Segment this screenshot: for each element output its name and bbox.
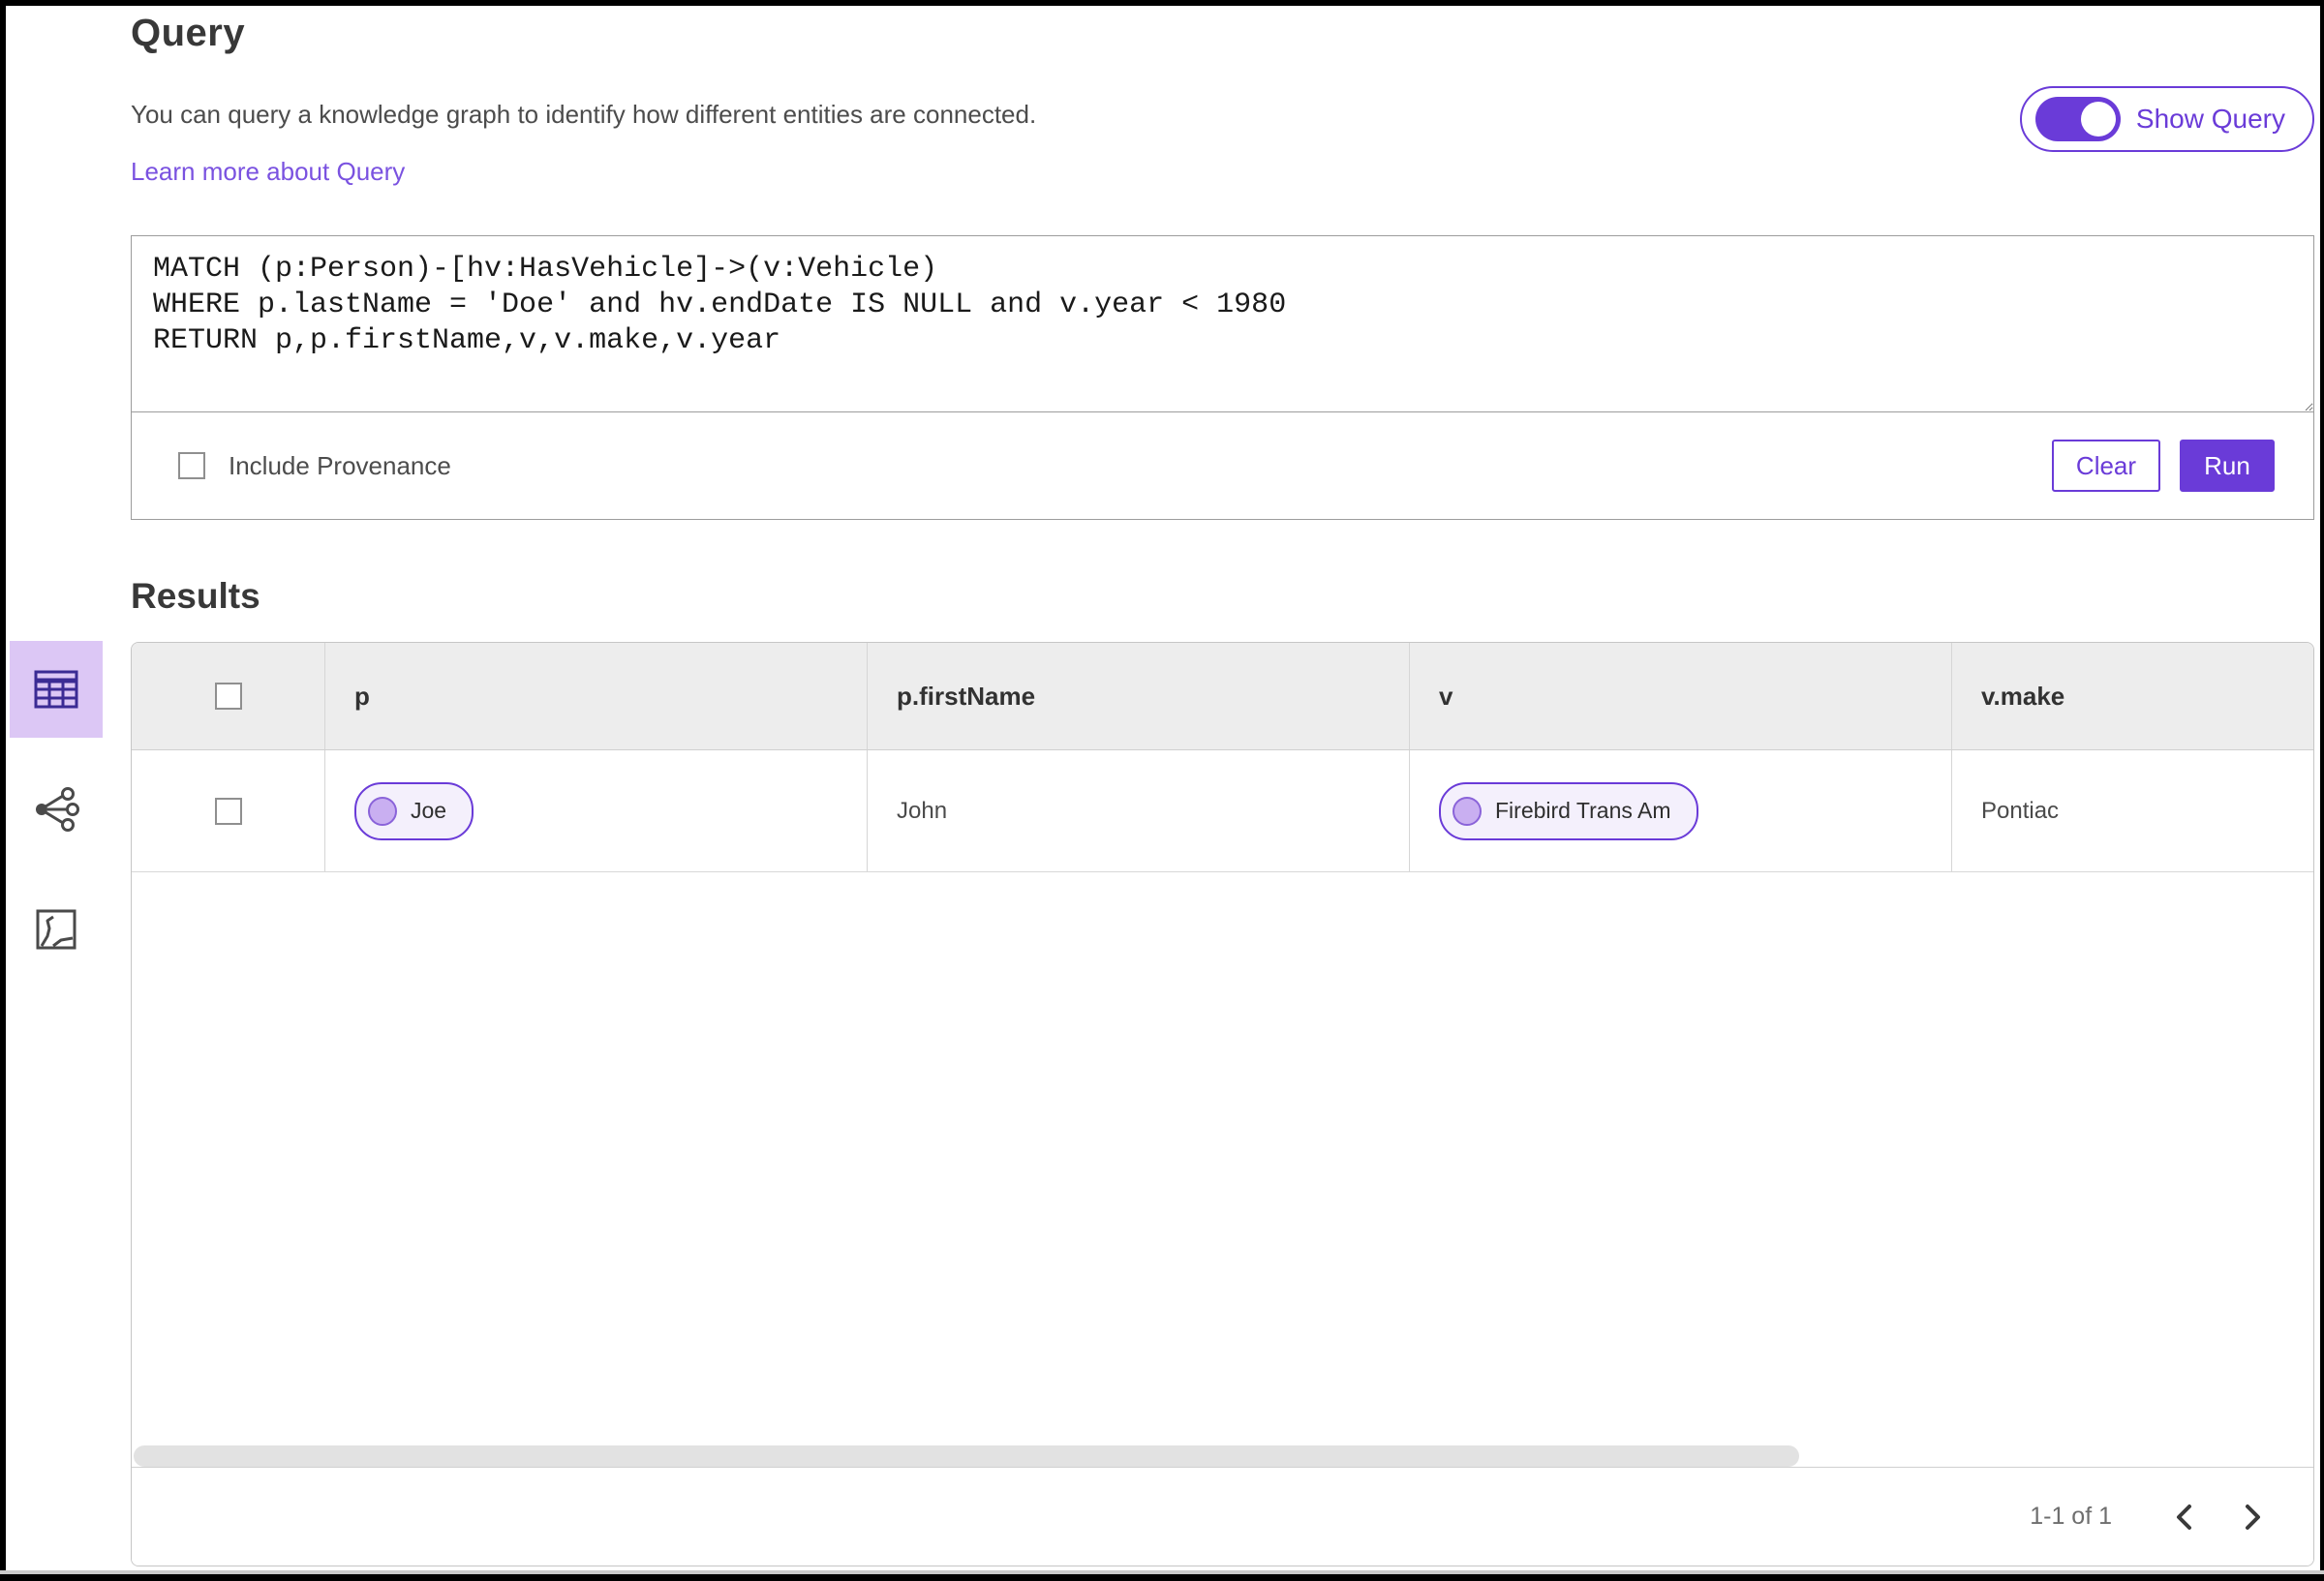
- column-header-v: v: [1439, 681, 1453, 711]
- link-chart-icon: [36, 787, 79, 832]
- cell-v-make: Pontiac: [1981, 797, 2060, 824]
- entity-badge-label: Firebird Trans Am: [1495, 798, 1671, 823]
- next-page-button[interactable]: [2218, 1483, 2286, 1551]
- row-checkbox[interactable]: [214, 797, 242, 825]
- include-provenance-label: Include Provenance: [229, 450, 451, 480]
- column-header-p-firstname: p.firstName: [897, 681, 1036, 711]
- run-button[interactable]: Run: [2180, 440, 2275, 492]
- learn-more-link[interactable]: Learn more about Query: [131, 157, 405, 187]
- entity-badge-label: Joe: [411, 798, 447, 823]
- page-title: Query: [131, 12, 246, 54]
- table-icon: [34, 670, 78, 709]
- entity-badge-person[interactable]: Joe: [354, 781, 474, 840]
- toggle-switch-icon[interactable]: [2034, 97, 2121, 141]
- query-page: Query You can query a knowledge graph to…: [6, 6, 2320, 1570]
- column-header-p: p: [354, 681, 370, 711]
- query-panel: MATCH (p:Person)-[hv:HasVehicle]->(v:Veh…: [131, 235, 2314, 520]
- clear-button[interactable]: Clear: [2052, 440, 2160, 492]
- window-bottom-divider: [0, 1570, 2324, 1574]
- results-view-rail: [10, 641, 107, 978]
- previous-page-button[interactable]: [2151, 1483, 2218, 1551]
- pagination-range-label: 1-1 of 1: [2030, 1503, 2112, 1530]
- results-table-panel: p p.firstName v v.make Joe John Firebird…: [131, 642, 2314, 1566]
- query-code-textarea[interactable]: MATCH (p:Person)-[hv:HasVehicle]->(v:Veh…: [132, 236, 2313, 412]
- chevron-left-icon: [2177, 1504, 2191, 1530]
- show-query-toggle[interactable]: Show Query: [2019, 86, 2314, 152]
- results-heading: Results: [131, 576, 260, 616]
- map-view-button[interactable]: [10, 881, 103, 978]
- link-chart-view-button[interactable]: [10, 761, 103, 858]
- table-header-row: p p.firstName v v.make: [132, 643, 2313, 750]
- table-footer: 1-1 of 1: [132, 1467, 2313, 1566]
- entity-dot-icon: [1452, 796, 1482, 826]
- toggle-knob: [2080, 102, 2116, 137]
- include-provenance-checkbox[interactable]: [178, 452, 205, 479]
- chevron-right-icon: [2246, 1504, 2260, 1530]
- entity-dot-icon: [368, 796, 397, 826]
- table-row: Joe John Firebird Trans Am Pontiac: [132, 750, 2313, 872]
- show-query-label: Show Query: [2135, 104, 2285, 134]
- cell-p-firstname: John: [897, 797, 948, 824]
- horizontal-scrollbar-thumb[interactable]: [134, 1445, 1799, 1467]
- page-description: You can query a knowledge graph to ident…: [131, 100, 1037, 129]
- entity-badge-vehicle[interactable]: Firebird Trans Am: [1439, 781, 1698, 840]
- select-all-checkbox[interactable]: [214, 683, 242, 710]
- map-icon: [36, 909, 76, 950]
- column-header-v-make: v.make: [1981, 681, 2065, 711]
- table-view-button[interactable]: [10, 641, 103, 738]
